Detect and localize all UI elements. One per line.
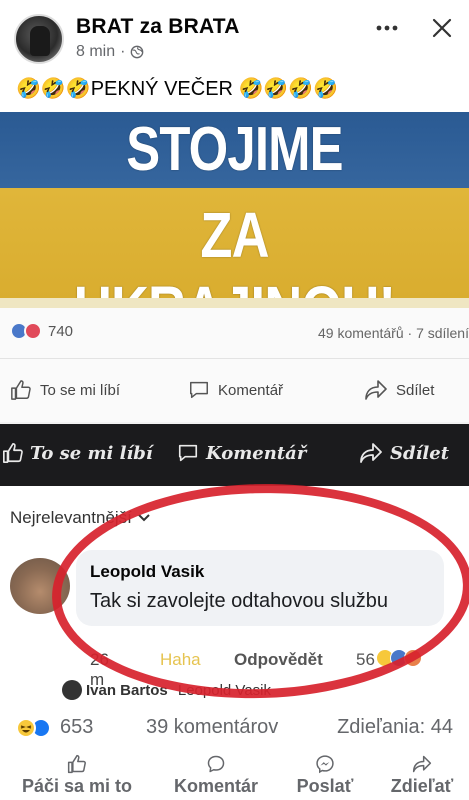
- share-label: Zdieľať: [390, 776, 454, 796]
- dark-action-bar: To se mi líbí Komentář Sdílet: [0, 424, 469, 486]
- inner-share-label: Sdílet: [396, 381, 435, 399]
- inner-like-action: To se mi líbí: [10, 379, 120, 401]
- more-icon: [376, 25, 398, 31]
- meta-separator: ·: [120, 43, 126, 60]
- comment-bubble-icon: [190, 381, 208, 399]
- close-button[interactable]: [428, 14, 456, 42]
- comment-bubble-icon: [178, 444, 198, 462]
- share-button[interactable]: Zdieľať: [380, 748, 464, 800]
- love-reaction-icon: [24, 322, 42, 340]
- inner-reactions: 740: [10, 322, 73, 340]
- post-text: 🤣🤣🤣PEKNÝ VEČER 🤣🤣🤣🤣: [16, 78, 339, 100]
- post-time[interactable]: 8 min: [76, 43, 115, 61]
- dark-share-action: Sdílet: [358, 442, 449, 464]
- comment-label: Komentár: [173, 776, 258, 796]
- page-name[interactable]: BRAT za BRATA: [76, 15, 240, 39]
- inner-stats-row: 740 49 komentářů · 7 sdílení: [0, 308, 469, 358]
- inner-share-action: Sdílet: [364, 379, 434, 401]
- page-avatar[interactable]: [14, 14, 64, 64]
- share-count[interactable]: Zdieľania: 44: [337, 716, 453, 739]
- dark-comment-label: Komentář: [206, 442, 307, 464]
- share-arrow-icon: [360, 443, 382, 463]
- banner-line-1: STOJIME: [126, 115, 343, 184]
- inner-counts: 49 komentářů · 7 sdílení: [318, 325, 469, 341]
- close-icon: [432, 18, 452, 38]
- more-options-button[interactable]: [372, 14, 402, 42]
- comment-bubble-icon: [207, 755, 225, 773]
- inner-reaction-count: 740: [48, 322, 74, 340]
- dark-comment-action: Komentář: [176, 442, 306, 464]
- like-label: Páči sa mi to: [21, 776, 133, 796]
- inner-comment-label: Komentář: [218, 381, 284, 399]
- messenger-icon: [316, 755, 334, 774]
- reaction-count[interactable]: 653: [60, 716, 93, 739]
- dark-like-action: To se mi líbí: [2, 442, 153, 464]
- globe-icon: [131, 45, 144, 59]
- reply-avatar: [62, 680, 82, 700]
- inner-comment-action: Komentář: [188, 379, 283, 401]
- post-header: BRAT za BRATA 8 min ·: [0, 0, 469, 70]
- dark-like-label: To se mi líbí: [30, 442, 153, 464]
- inner-like-label: To se mi líbí: [40, 381, 121, 399]
- thumbs-up-icon: [11, 380, 31, 400]
- dark-share-label: Sdílet: [390, 442, 450, 464]
- comment-button[interactable]: Komentár: [166, 748, 266, 800]
- share-arrow-icon: [412, 755, 432, 773]
- post-image[interactable]: STOJIME ZA UKRAJINOU! 740 49 komentářů ·…: [0, 112, 469, 700]
- haha-reaction-icon: [16, 718, 36, 738]
- send-label: Poslať: [296, 776, 354, 796]
- share-arrow-icon: [365, 380, 387, 400]
- send-button[interactable]: Poslať: [290, 748, 360, 800]
- reaction-icons[interactable]: [16, 718, 51, 738]
- stats-row: 653 39 komentárov Zdieľania: 44: [0, 712, 469, 746]
- flag-bottom-edge: [0, 298, 469, 308]
- thumbs-up-icon: [67, 754, 86, 774]
- post-actions-bar: Páči sa mi to Komentár Poslať Zdieľať: [0, 748, 469, 800]
- like-button[interactable]: Páči sa mi to: [14, 748, 140, 800]
- post-meta: 8 min ·: [76, 43, 144, 61]
- thumbs-up-icon: [3, 443, 23, 463]
- inner-actions-row: To se mi líbí Komentář Sdílet: [0, 358, 469, 422]
- comment-count[interactable]: 39 komentárov: [146, 716, 278, 739]
